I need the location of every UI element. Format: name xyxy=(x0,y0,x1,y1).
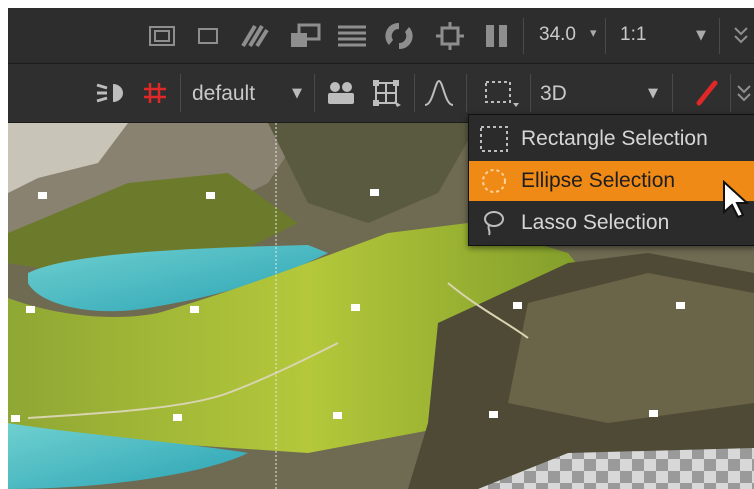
crosshair-icon[interactable] xyxy=(434,20,466,52)
control-point[interactable] xyxy=(26,306,35,313)
users-icon[interactable] xyxy=(324,79,358,107)
menu-item-label: Ellipse Selection xyxy=(521,169,676,192)
menu-item-lasso-selection[interactable]: Lasso Selection xyxy=(469,203,754,243)
mode-select[interactable]: 3D xyxy=(540,82,567,106)
toolbar-divider xyxy=(719,18,720,54)
toolbar-divider xyxy=(180,74,181,112)
ratio-dropdown-icon[interactable]: ▼ xyxy=(696,28,706,43)
ellipse-selection-icon xyxy=(479,167,509,199)
control-point[interactable] xyxy=(190,306,199,313)
menu-item-rectangle-selection[interactable]: Rectangle Selection xyxy=(469,119,754,159)
frame-icon[interactable] xyxy=(148,24,176,48)
fstop-dropdown-icon[interactable]: ▾ xyxy=(590,26,597,41)
ratio-value[interactable]: 1:1 xyxy=(620,24,646,46)
control-point[interactable] xyxy=(513,302,522,309)
toolbar-divider xyxy=(530,74,531,112)
fstop-value[interactable]: 34.0 xyxy=(539,24,576,46)
mouse-cursor-icon xyxy=(722,179,750,224)
control-point[interactable] xyxy=(38,192,47,199)
sync-icon[interactable] xyxy=(382,20,416,52)
toolbar-divider xyxy=(314,74,315,112)
control-point[interactable] xyxy=(173,414,182,421)
control-point[interactable] xyxy=(333,412,342,419)
control-point[interactable] xyxy=(351,304,360,311)
toolbar-divider xyxy=(605,18,606,54)
toolbar-divider xyxy=(466,74,467,112)
top-toolbar: 34.0 ▾ 1:1 ▼ xyxy=(8,8,754,64)
toolbar-divider xyxy=(730,74,731,112)
hatch-icon[interactable] xyxy=(240,22,270,50)
overlay-icon[interactable] xyxy=(288,22,322,50)
curve-icon[interactable] xyxy=(422,78,456,108)
control-point[interactable] xyxy=(370,189,379,196)
lasso-icon xyxy=(479,209,509,241)
toolbar-divider xyxy=(414,74,415,112)
eye-icon[interactable] xyxy=(94,79,130,107)
menu-item-ellipse-selection[interactable]: Ellipse Selection xyxy=(469,161,754,201)
display-select[interactable]: default xyxy=(192,82,255,106)
selection-menu: Rectangle Selection Ellipse Selection La… xyxy=(468,114,754,246)
square-icon[interactable] xyxy=(196,24,220,48)
control-point[interactable] xyxy=(489,411,498,418)
transform-handles-icon[interactable] xyxy=(370,77,404,109)
mode-dropdown-icon[interactable]: ▼ xyxy=(648,86,658,101)
list-icon[interactable] xyxy=(336,22,368,50)
double-chevron-icon[interactable] xyxy=(734,80,754,108)
control-point[interactable] xyxy=(206,192,215,199)
double-chevron-icon[interactable] xyxy=(730,22,752,50)
selection-tool-icon[interactable] xyxy=(482,78,522,110)
menu-item-label: Rectangle Selection xyxy=(521,127,708,150)
rectangle-selection-icon xyxy=(479,125,509,157)
control-point[interactable] xyxy=(676,302,685,309)
pause-icon[interactable] xyxy=(482,22,512,50)
toolbar-divider xyxy=(672,74,673,112)
menu-item-label: Lasso Selection xyxy=(521,211,670,234)
display-dropdown-icon[interactable]: ▼ xyxy=(292,86,302,101)
brush-icon[interactable] xyxy=(692,78,722,108)
control-point[interactable] xyxy=(649,410,658,417)
grid-icon[interactable] xyxy=(140,79,170,107)
toolbar-divider xyxy=(523,18,524,54)
control-point[interactable] xyxy=(11,415,20,422)
